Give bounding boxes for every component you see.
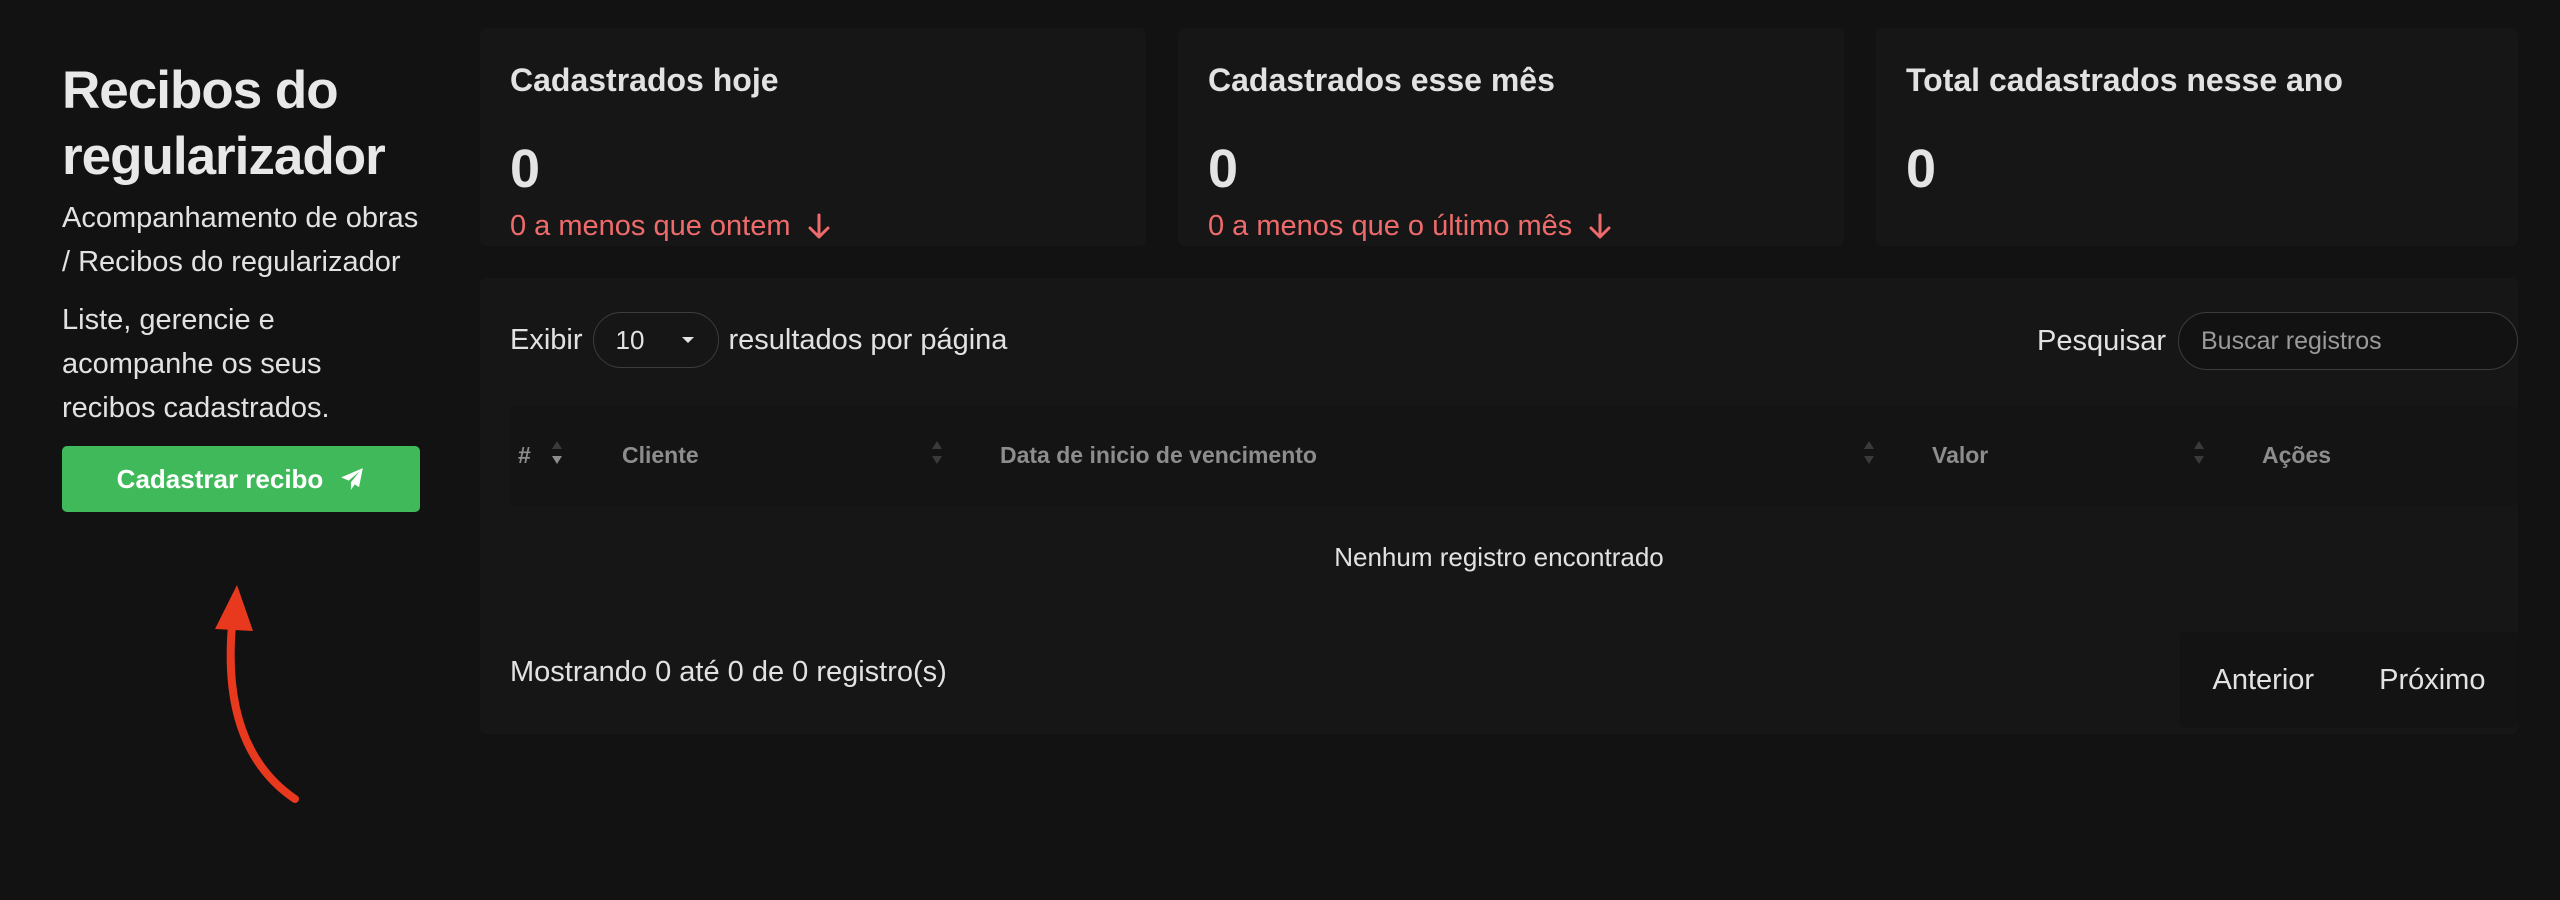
page-length-select[interactable]: 10: [592, 312, 719, 368]
length-suffix: resultados por página: [728, 323, 1008, 356]
arrow-down-icon: [1589, 213, 1611, 238]
previous-page-button[interactable]: Anterior: [2213, 664, 2315, 697]
table-info: Mostrando 0 até 0 de 0 registro(s): [510, 656, 947, 688]
cadastrar-recibo-label: Cadastrar recibo: [116, 463, 324, 494]
page-description: Liste, gerencie e acompanhe os seus reci…: [62, 304, 330, 424]
sort-desc-icon[interactable]: [550, 438, 564, 468]
stat-delta-text: 0 a menos que ontem: [510, 210, 791, 242]
page-length-control: Exibir 10 resultados por página: [510, 312, 1007, 368]
search-label: Pesquisar: [2037, 324, 2166, 357]
column-header-hash[interactable]: #: [518, 442, 531, 469]
stat-value: 0: [1208, 139, 1239, 199]
records-table-panel: Exibir 10 resultados por página Pesquisa…: [480, 278, 2518, 734]
stat-title: Cadastrados esse mês: [1208, 62, 1555, 98]
empty-table-message: Nenhum registro encontrado: [1334, 542, 1664, 572]
page-header: Recibos do regularizador Acompanhamento …: [62, 58, 422, 512]
arrow-down-icon: [808, 213, 830, 238]
column-header-acoes: Ações: [2262, 442, 2332, 468]
next-page-button[interactable]: Próximo: [2379, 664, 2485, 697]
page-length-value: 10: [615, 324, 645, 355]
length-prefix: Exibir: [510, 323, 583, 356]
search-control: Pesquisar: [2037, 312, 2518, 370]
cadastrar-recibo-button[interactable]: Cadastrar recibo: [62, 446, 420, 512]
breadcrumb: Acompanhamento de obras / Recibos do reg…: [62, 202, 419, 278]
stat-delta: 0 a menos que ontem: [510, 210, 831, 243]
pagination: Anterior Próximo: [2180, 632, 2518, 728]
stat-value: 0: [510, 139, 541, 199]
stat-title: Cadastrados hoje: [510, 62, 779, 98]
paper-plane-icon: [341, 468, 364, 490]
stat-delta-text: 0 a menos que o último mês: [1208, 210, 1573, 242]
caret-down-icon: [681, 337, 694, 343]
stat-card-year: Total cadastrados nesse ano 0: [1876, 28, 2518, 246]
sort-icon[interactable]: [1862, 438, 1876, 468]
sort-icon[interactable]: [930, 438, 944, 468]
stat-card-today: Cadastrados hoje 0 0 a menos que ontem: [480, 28, 1146, 246]
stat-delta: 0 a menos que o último mês: [1208, 210, 1612, 243]
table-header: # Cliente Data de inicio de vencimento V…: [510, 406, 2518, 506]
sort-icon[interactable]: [2192, 438, 2206, 468]
search-input[interactable]: [2178, 312, 2518, 370]
column-header-data-vencimento[interactable]: Data de inicio de vencimento: [1000, 442, 1317, 469]
stat-value: 0: [1906, 139, 1937, 199]
stat-title: Total cadastrados nesse ano: [1906, 62, 2343, 98]
annotation-arrow-icon: [215, 585, 299, 803]
stat-card-month: Cadastrados esse mês 0 0 a menos que o ú…: [1178, 28, 1844, 246]
column-header-valor[interactable]: Valor: [1932, 442, 1988, 469]
column-header-cliente[interactable]: Cliente: [622, 442, 699, 469]
page-title: Recibos do regularizador: [62, 61, 386, 186]
